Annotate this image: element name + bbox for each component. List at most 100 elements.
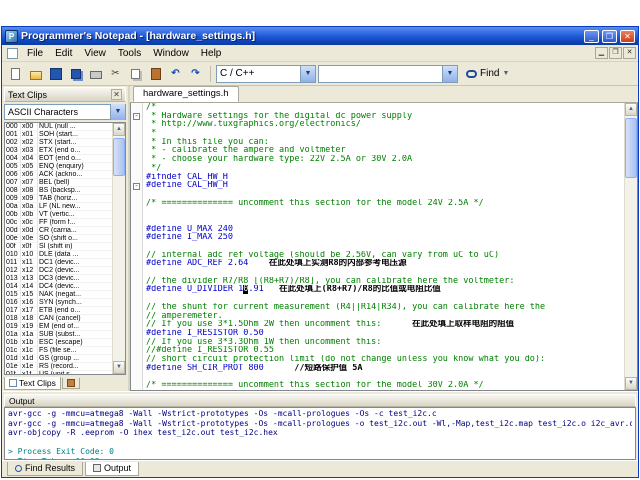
code-line[interactable] [146,372,624,381]
minimize-button[interactable]: _ [584,30,599,43]
code-line[interactable]: // If you use 3*3.3Ohm 1W then uncomment… [146,338,624,347]
list-item[interactable]: 009x09TAB (horiz... [5,195,112,203]
code-line[interactable]: #define U_DIVIDER 10.91 在此处填上(R8+R7)/R8的… [146,285,624,294]
text-clips-header[interactable]: Text Clips ✕ [4,87,126,102]
code-line[interactable]: * http://www.tuxgraphics.org/electronics… [146,120,624,129]
scroll-thumb[interactable] [113,138,125,176]
code-line[interactable]: #define ADC_REF 2.64 在此处填上实测R8的内部参考电压源 [146,259,624,268]
tab-clipboard[interactable] [62,378,80,389]
code-line[interactable]: #define U_MAX 240 [146,225,624,234]
code-line[interactable] [146,268,624,277]
scroll-thumb[interactable] [625,118,637,178]
menu-edit[interactable]: Edit [49,47,78,60]
scroll-down-icon[interactable]: ▼ [625,377,637,390]
list-item[interactable]: 001x01SOH (start... [5,131,112,139]
menu-window[interactable]: Window [147,47,195,60]
list-item[interactable]: 015x15NAK (negat... [5,291,112,299]
list-item[interactable]: 013x13DC3 (devic... [5,275,112,283]
mdi-close-button[interactable]: ✕ [623,47,636,59]
list-item[interactable]: 018x18CAN (cancel) [5,315,112,323]
new-file-button[interactable] [6,64,25,83]
code-line[interactable]: #define I_MAX 250 [146,233,624,242]
code-line[interactable]: // the shunt for current measurement (R4… [146,303,624,312]
code-line[interactable]: // If you use 3*1.5Ohm 2W then uncomment… [146,320,624,329]
code-line[interactable] [146,294,624,303]
tab-find-results[interactable]: Find Results [7,462,83,476]
code-line[interactable]: #define SH_CIR_PROT 800 //短路保护值 5A [146,364,624,373]
code-line[interactable]: /* ============== uncomment this section… [146,199,624,208]
fold-toggle-icon[interactable]: - [133,183,140,190]
clip-list-scrollbar[interactable]: ▲ ▼ [112,123,125,374]
list-item[interactable]: 00cx0cFF (form f... [5,219,112,227]
mdi-minimize-button[interactable]: ▁ [595,47,608,59]
code-line[interactable]: // internal adc ref voltage (should be 2… [146,251,624,260]
list-item[interactable]: 01dx1dGS (group ... [5,355,112,363]
search-input[interactable]: ▼ [318,65,458,83]
code-line[interactable]: // amperemeter. [146,312,624,321]
chevron-down-icon[interactable]: ▼ [300,66,315,82]
paste-button[interactable] [146,64,165,83]
list-item[interactable]: 017x17ETB (end o... [5,307,112,315]
code-line[interactable]: #ifndef CAL_HW_H [146,173,624,182]
list-item[interactable]: 008x08BS (backsp... [5,187,112,195]
code-line[interactable]: * - choose your hardware type: 22V 2.5A … [146,155,624,164]
list-item[interactable]: 004x04EOT (end o... [5,155,112,163]
open-folder-button[interactable] [26,64,45,83]
code-line[interactable] [146,216,624,225]
scroll-track[interactable] [625,116,637,377]
menu-file[interactable]: File [21,47,49,60]
code-line[interactable]: * Hardware settings for the digital dc p… [146,112,624,121]
chevron-down-icon[interactable]: ▼ [110,104,125,120]
save-button[interactable] [46,64,65,83]
code-line[interactable]: // the divider R7/R8 [(R8+R7)/R8], you c… [146,277,624,286]
list-item[interactable]: 019x19EM (end of... [5,323,112,331]
redo-button[interactable] [186,64,205,83]
chevron-down-icon[interactable]: ▼ [442,66,457,82]
list-item[interactable]: 00ex0eSO (shift o... [5,235,112,243]
list-item[interactable]: 006x06ACK (ackno... [5,171,112,179]
list-item[interactable]: 01ax1aSUB (subst... [5,331,112,339]
code-line[interactable] [146,207,624,216]
list-item[interactable]: 00fx0fSI (shift in) [5,243,112,251]
code-line[interactable]: // short circuit protection limit (do no… [146,355,624,364]
output-panel-header[interactable]: Output [4,394,636,407]
chevron-down-icon[interactable]: ▼ [502,70,509,77]
find-button[interactable]: Find ▼ [460,65,515,83]
scheme-select[interactable]: C / C++ ▼ [216,65,316,83]
code-line[interactable]: //#define I_RESISTOR 0.55 [146,346,624,355]
save-all-button[interactable] [66,64,85,83]
menu-view[interactable]: View [78,47,112,60]
list-item[interactable]: 01fx1fUS (unit s... [5,371,112,374]
list-item[interactable]: 00bx0bVT (vertic... [5,211,112,219]
code-line[interactable]: /* [146,103,624,112]
fold-gutter[interactable]: -- [131,103,143,390]
scroll-track[interactable] [113,136,125,361]
scroll-up-icon[interactable]: ▲ [113,123,125,136]
tab-hardware-settings[interactable]: hardware_settings.h [133,86,239,102]
restore-button[interactable]: ❐ [602,30,617,43]
tab-output[interactable]: Output [85,462,139,476]
clip-category-select[interactable]: ASCII Characters ▼ [4,104,126,120]
code-line[interactable]: /* ============== uncomment this section… [146,381,624,390]
close-icon[interactable]: ✕ [111,89,122,100]
scroll-down-icon[interactable]: ▼ [113,361,125,374]
code-line[interactable]: * - calibrate the ampere and voltmeter [146,146,624,155]
list-item[interactable]: 010x10DLE (data ... [5,251,112,259]
code-line[interactable]: * [146,129,624,138]
list-item[interactable]: 002x02STX (start... [5,139,112,147]
code-line[interactable]: * In this file you can: [146,138,624,147]
menu-tools[interactable]: Tools [112,47,147,60]
close-button[interactable]: ✕ [620,30,635,43]
list-item[interactable]: 01bx1bESC (escape) [5,339,112,347]
list-item[interactable]: 01ex1eRS (record... [5,363,112,371]
copy-button[interactable] [126,64,145,83]
code-line[interactable]: #define CAL_HW_H [146,181,624,190]
menu-help[interactable]: Help [195,47,228,60]
list-item[interactable]: 011x11DC1 (devic... [5,259,112,267]
fold-toggle-icon[interactable]: - [133,113,140,120]
console[interactable]: avr-gcc -g -mmcu=atmega8 -Wall -Wstrict-… [4,407,636,460]
list-item[interactable]: 007x07BEL (bell) [5,179,112,187]
list-item[interactable]: 00dx0dCR (carria... [5,227,112,235]
list-item[interactable]: 005x05ENQ (enquiry) [5,163,112,171]
list-item[interactable]: 014x14DC4 (devic... [5,283,112,291]
